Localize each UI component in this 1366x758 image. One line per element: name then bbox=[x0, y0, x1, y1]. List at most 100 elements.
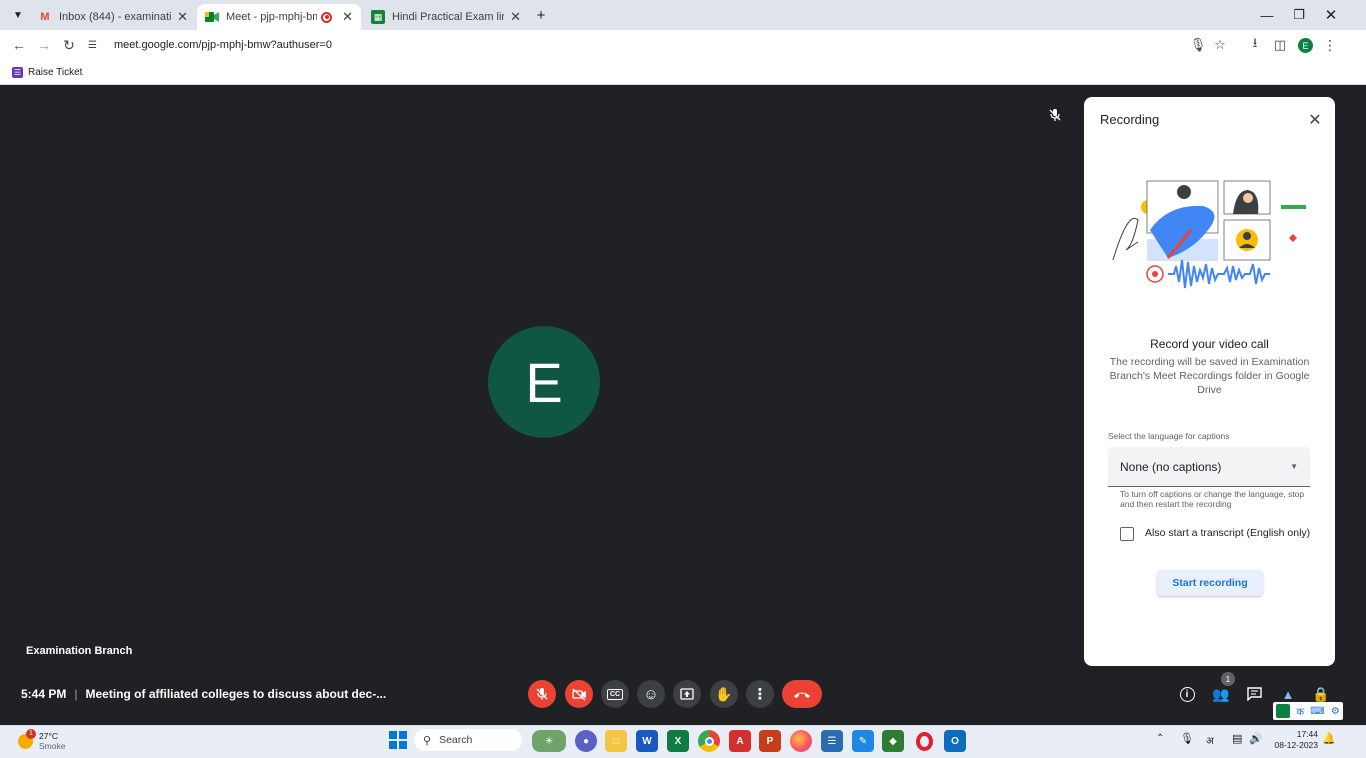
clock-date: 08-12-2023 bbox=[1274, 740, 1318, 750]
search-icon: ⚲ bbox=[423, 734, 432, 747]
closed-captions-icon: CC bbox=[606, 688, 624, 700]
address-bar[interactable]: ☰ meet.google.com/pjp-mphj-bmw?authuser=… bbox=[88, 34, 1188, 56]
google-meet-icon bbox=[205, 10, 219, 24]
camera-off-icon bbox=[571, 687, 586, 701]
shapes-icon: ▲ bbox=[1281, 686, 1295, 702]
excel-icon[interactable]: X bbox=[667, 730, 689, 752]
reactions-button[interactable]: ☺ bbox=[637, 680, 665, 708]
captions-language-select[interactable]: None (no captions) ▼ bbox=[1108, 447, 1310, 487]
ime-logo-icon bbox=[1276, 704, 1291, 718]
dropdown-arrow-icon: ▼ bbox=[1290, 462, 1298, 471]
paint-icon[interactable]: ✎ bbox=[852, 730, 874, 752]
start-button[interactable] bbox=[389, 731, 407, 749]
tab-title: Inbox (844) - examinationbranch bbox=[59, 11, 172, 23]
app-icon[interactable]: ◆ bbox=[882, 730, 904, 752]
bookmarks-bar bbox=[0, 60, 1366, 85]
powerpoint-icon[interactable]: P bbox=[759, 730, 781, 752]
firefox-icon[interactable] bbox=[790, 730, 812, 752]
present-screen-button[interactable] bbox=[673, 680, 701, 708]
url-text: meet.google.com/pjp-mphj-bmw?authuser=0 bbox=[114, 39, 332, 51]
recording-illustration bbox=[1108, 170, 1308, 300]
notification-bell-icon[interactable]: 🔔 bbox=[1322, 732, 1336, 745]
download-icon[interactable]: ⭳ bbox=[1245, 35, 1265, 55]
bookmark-raise-ticket[interactable]: ☰ Raise Ticket bbox=[12, 65, 82, 79]
close-icon[interactable]: ✕ bbox=[177, 9, 188, 25]
tab-meet[interactable]: Meet - pjp-mphj-bmw ✕ bbox=[197, 4, 361, 30]
bookmark-star-icon[interactable]: ☆ bbox=[1210, 35, 1230, 55]
present-icon bbox=[680, 688, 694, 700]
reload-icon[interactable]: ↻ bbox=[59, 36, 79, 54]
close-icon[interactable]: ✕ bbox=[510, 9, 521, 25]
emoji-icon: ☺ bbox=[643, 685, 659, 703]
record-heading: Record your video call bbox=[1150, 337, 1269, 351]
close-window-button[interactable]: ✕ bbox=[1316, 4, 1346, 26]
clock-time: 17:44 bbox=[1296, 729, 1318, 739]
network-icon[interactable]: ▤ bbox=[1232, 732, 1242, 745]
file-explorer-icon[interactable]: □ bbox=[605, 730, 627, 752]
side-panel-icon[interactable]: ◫ bbox=[1270, 35, 1290, 55]
tab-gmail[interactable]: M Inbox (844) - examinationbranch ✕ bbox=[30, 4, 196, 30]
restore-button[interactable]: ❐ bbox=[1284, 4, 1314, 26]
tab-sheets[interactable]: ▦ Hindi Practical Exam link Dec-2 ✕ bbox=[363, 4, 529, 30]
participant-avatar: E bbox=[488, 326, 600, 438]
forward-icon[interactable]: → bbox=[34, 36, 54, 54]
muted-mic-icon bbox=[1046, 106, 1064, 124]
lock-person-icon: 🔒 bbox=[1312, 685, 1330, 702]
host-controls-button[interactable]: 🔒 bbox=[1309, 684, 1333, 704]
taskbar-clock[interactable]: 17:44 08-12-2023 bbox=[1266, 729, 1318, 751]
bookmark-label: Raise Ticket bbox=[28, 66, 83, 78]
menu-kebab-icon[interactable]: ⋮ bbox=[1320, 35, 1340, 55]
activities-button[interactable]: ▲ bbox=[1276, 684, 1300, 704]
captions-language-value: None (no captions) bbox=[1120, 459, 1222, 474]
weather-condition: Smoke bbox=[39, 741, 66, 751]
meeting-info-separator: | bbox=[74, 687, 78, 701]
volume-icon[interactable]: 🔊 bbox=[1249, 732, 1263, 745]
word-icon[interactable]: W bbox=[636, 730, 658, 752]
people-icon: 👥 bbox=[1212, 685, 1230, 702]
leave-call-button[interactable] bbox=[782, 680, 822, 708]
outlook-icon[interactable]: O bbox=[944, 730, 966, 752]
raise-hand-button[interactable]: ✋ bbox=[710, 680, 738, 708]
minimize-button[interactable]: — bbox=[1252, 4, 1282, 26]
input-language-indicator[interactable]: अ bbox=[1206, 733, 1214, 747]
mic-toggle-button[interactable] bbox=[528, 680, 556, 708]
ime-toolbar[interactable]: क ⌨ ⚙ bbox=[1273, 702, 1343, 720]
microphone-icon[interactable]: 🎙 bbox=[1188, 35, 1208, 55]
transcript-checkbox-label: Also start a transcript (English only) bbox=[1145, 527, 1311, 539]
back-icon[interactable]: ← bbox=[9, 36, 29, 54]
site-info-icon[interactable]: ☰ bbox=[88, 40, 104, 51]
show-hidden-icons-button[interactable]: ⌃ bbox=[1156, 733, 1164, 744]
search-label: Search bbox=[439, 734, 473, 746]
weather-widget[interactable]: 1 27°C Smoke bbox=[18, 728, 66, 753]
start-recording-button[interactable]: Start recording bbox=[1157, 570, 1263, 596]
chat-icon bbox=[1246, 687, 1262, 701]
tab-search-button[interactable]: ▼ bbox=[9, 6, 27, 24]
tray-mic-icon[interactable]: 🎙 bbox=[1180, 732, 1194, 745]
camera-toggle-button[interactable] bbox=[565, 680, 593, 708]
weather-badge: 1 bbox=[26, 728, 36, 739]
widgets-app-icon[interactable]: ☀ bbox=[532, 730, 566, 752]
close-icon[interactable]: ✕ bbox=[342, 9, 353, 25]
profile-avatar[interactable]: E bbox=[1298, 38, 1313, 53]
taskbar-search-box[interactable]: ⚲ Search bbox=[414, 729, 522, 751]
mic-off-icon bbox=[536, 688, 548, 700]
hang-up-icon bbox=[794, 692, 810, 698]
close-panel-button[interactable]: ✕ bbox=[1305, 110, 1325, 130]
gear-icon: ⚙ bbox=[1330, 705, 1340, 717]
new-tab-button[interactable]: + bbox=[532, 6, 550, 24]
more-options-button[interactable]: ⋮ bbox=[746, 680, 774, 708]
tab-title: Hindi Practical Exam link Dec-2 bbox=[392, 11, 504, 23]
notepad-icon[interactable]: ☰ bbox=[821, 730, 843, 752]
meeting-details-button[interactable]: i bbox=[1175, 684, 1199, 704]
captions-button[interactable]: CC bbox=[601, 680, 629, 708]
transcript-checkbox[interactable] bbox=[1120, 527, 1134, 541]
opera-icon[interactable] bbox=[913, 730, 935, 752]
people-button[interactable]: 👥 bbox=[1209, 684, 1233, 704]
gmail-icon: M bbox=[40, 11, 50, 23]
chat-button[interactable] bbox=[1242, 684, 1266, 704]
acrobat-icon[interactable]: A bbox=[729, 730, 751, 752]
tab-title: Meet - pjp-mphj-bmw bbox=[226, 11, 318, 23]
hand-icon: ✋ bbox=[715, 685, 733, 702]
chrome-icon[interactable] bbox=[698, 730, 720, 752]
chat-app-icon[interactable]: ● bbox=[575, 730, 597, 752]
